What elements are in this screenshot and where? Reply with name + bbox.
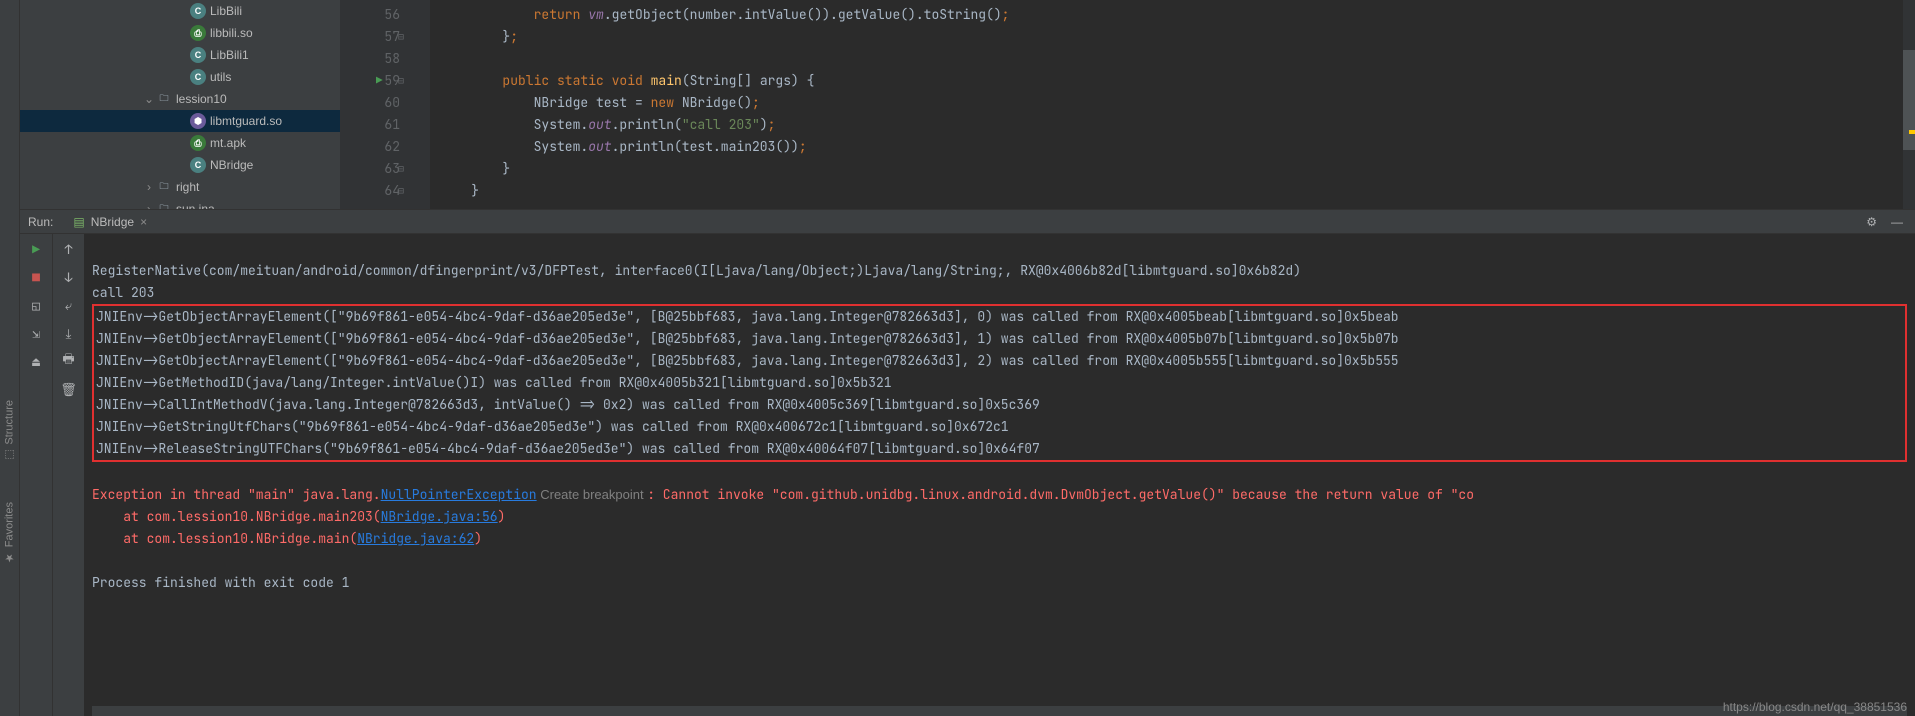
scroll-end-icon[interactable]: ⤓ [60,324,78,342]
stack-frame-2: at com.lession10.NBridge.main(NBridge.ja… [92,530,482,547]
tree-item-right[interactable]: ›🗀 right [20,176,340,198]
tree-item-mt-apk[interactable]: ⎙ mt.apk [20,132,340,154]
stack-link-1[interactable]: NBridge.java:56 [381,508,498,525]
run-config-icon: ▤ [73,215,84,229]
clear-icon[interactable]: 🗑 [60,380,78,398]
tree-item-utils[interactable]: Cutils [20,66,340,88]
fold-icon[interactable]: ⊟ [398,158,404,180]
stop-icon[interactable]: ■ [27,268,45,286]
run-toolbar-secondary: ↑ ↓ ⤶ ⤓ 🖶 🗑 [52,234,84,716]
create-breakpoint-hint[interactable]: Create breakpoint [537,487,648,502]
folder-icon: 🗀 [156,179,172,195]
class-icon: C [190,47,206,63]
exit-icon[interactable]: ⏏ [27,352,45,370]
console-output[interactable]: RegisterNative(com/meituan/android/commo… [84,234,1915,716]
favorites-tool-button[interactable]: ★Favorites [3,502,16,564]
layout-icon[interactable]: ◱ [27,296,45,314]
left-tool-rail: ⬚Structure ★Favorites [0,0,20,716]
tree-item-label: lession10 [176,92,227,106]
tree-item-label: sun.jna [176,202,215,209]
file-icon: ⎙ [190,25,206,41]
chevron-icon: ⌄ [142,92,156,106]
project-tree[interactable]: CLibBili⎙libbili.soCLibBili1Cutils⌄🗀less… [20,0,340,209]
file-icon: ⎙ [190,135,206,151]
fold-icon[interactable]: ⊟ [398,180,404,202]
warning-marker [1909,130,1915,134]
tree-item-libbili-so[interactable]: ⎙ libbili.so [20,22,340,44]
exception-line: Exception in thread "main" java.lang.Nul… [92,486,537,503]
tree-item-sun-jna[interactable]: ›🗀 sun.jna [20,198,340,209]
close-tab-icon[interactable]: × [140,215,147,229]
tree-item-label: utils [210,70,231,84]
tree-item-label: NBridge [210,158,253,172]
soft-wrap-icon[interactable]: ⤶ [60,296,78,314]
rerun-icon[interactable]: ▶ [27,240,45,258]
run-config-tab[interactable]: ▤ NBridge × [67,215,153,229]
tree-item-libbili1[interactable]: C LibBili1 [20,44,340,66]
class-icon: C [190,3,206,19]
tree-item-label: right [176,180,199,194]
tree-item-label: LibBili [210,4,242,18]
minimize-icon[interactable]: — [1891,215,1903,229]
chevron-icon: › [142,180,156,194]
tree-item-nbridge[interactable]: C NBridge [20,154,340,176]
print-icon[interactable]: 🖶 [60,352,78,370]
settings-icon[interactable]: ⚙ [1866,215,1877,229]
stack-frame-1: at com.lession10.NBridge.main203(NBridge… [92,508,505,525]
tree-item-libmtguard-so[interactable]: ⬢ libmtguard.so [20,110,340,132]
editor-gutter: 5657⊟5859▶⊟60616263⊟64⊟ [340,0,430,209]
scrollbar-thumb[interactable] [1903,50,1915,150]
run-label: Run: [28,215,53,229]
run-tab-bar: Run: ▤ NBridge × ⚙ — [20,210,1915,234]
console-text: RegisterNative(com/meituan/android/commo… [92,262,1301,301]
tree-item-label: LibBili1 [210,48,249,62]
fold-icon[interactable]: ⊟ [398,70,404,92]
process-finished: Process finished with exit code 1 [92,574,349,591]
stack-link-2[interactable]: NBridge.java:62 [357,530,474,547]
exception-class-link[interactable]: NullPointerException [381,486,537,503]
run-gutter-icon[interactable]: ▶ [376,70,383,92]
tree-item-libbili[interactable]: C LibBili [20,0,340,22]
tree-item-label: mt.apk [210,136,246,150]
tree-item-label: libmtguard.so [210,114,282,128]
folder-icon: 🗀 [156,91,172,107]
tree-item-lession10[interactable]: ⌄🗀 lession10 [20,88,340,110]
fold-icon[interactable]: ⊟ [398,26,404,48]
editor-scrollbar[interactable] [1903,0,1915,209]
chevron-icon: › [142,202,156,209]
class-icon: C [190,157,206,173]
watermark: https://blog.csdn.net/qq_38851536 [1723,700,1907,714]
editor-code[interactable]: return vm.getObject(number.intValue()).g… [430,0,1915,209]
binary-icon: ⬢ [190,113,206,129]
up-icon[interactable]: ↑ [60,240,78,258]
class-icon: C [190,69,206,85]
run-toolbar-primary: ▶ ■ ◱ ⇲ ⏏ [20,234,52,716]
pin-icon[interactable]: ⇲ [27,324,45,342]
console-h-scrollbar[interactable] [92,706,1907,716]
structure-tool-button[interactable]: ⬚Structure [3,400,16,462]
highlighted-output: JNIEnv->GetObjectArrayElement(["9b69f861… [92,304,1907,462]
down-icon[interactable]: ↓ [60,268,78,286]
tree-item-label: libbili.so [210,26,253,40]
code-editor[interactable]: 5657⊟5859▶⊟60616263⊟64⊟ return vm.getObj… [340,0,1915,209]
folder-icon: 🗀 [156,201,172,209]
